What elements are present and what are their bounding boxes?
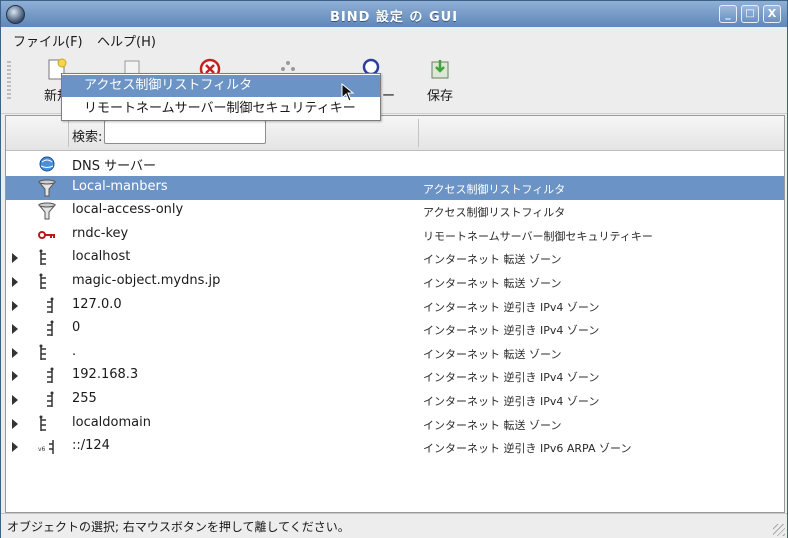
row-name: localhost: [72, 249, 131, 265]
table-row[interactable]: local-access-only アクセス制御リストフィルタ: [6, 199, 784, 223]
reverse-zone-icon: [38, 297, 56, 315]
table-row[interactable]: . インターネット 転送 ゾーン: [6, 341, 784, 365]
new-object-popup-menu: アクセス制御リストフィルタ リモートネームサーバー制御セキュリティキー: [61, 73, 381, 121]
zone-tree-icon: [38, 273, 56, 291]
expander-arrow-icon[interactable]: [12, 253, 18, 264]
expander-arrow-icon[interactable]: [12, 418, 18, 429]
status-bar: オブジェクトの選択; 右マウスボタンを押して離してください。: [1, 513, 787, 538]
reverse-zone-icon: [38, 391, 56, 409]
status-text: オブジェクトの選択; 右マウスボタンを押して離してください。: [7, 520, 350, 534]
row-type: インターネット 逆引き IPv4 ゾーン: [423, 395, 600, 408]
row-name: localdomain: [72, 414, 151, 430]
row-name: rndc-key: [72, 225, 129, 241]
table-row[interactable]: magic-object.mydns.jp インターネット 転送 ゾーン: [6, 270, 784, 294]
toolbar-grip[interactable]: [7, 61, 11, 101]
filter-funnel-icon: [37, 179, 57, 197]
expander-arrow-icon[interactable]: [12, 300, 18, 311]
row-type: インターネット 逆引き IPv4 ゾーン: [423, 324, 600, 338]
popup-item-rndc-key-label: リモートネームサーバー制御セキュリティキー: [84, 101, 356, 116]
table-row[interactable]: localhost インターネット 転送 ゾーン: [6, 246, 784, 270]
row-name: 192.168.3: [72, 367, 139, 383]
row-name: 0: [72, 320, 81, 336]
globe-icon: [38, 155, 56, 173]
resize-grip[interactable]: [773, 524, 785, 536]
filter-funnel-icon: [37, 202, 57, 220]
window-title: BIND 設定 の GUI: [329, 10, 459, 25]
table-row[interactable]: 127.0.0 インターネット 逆引き IPv4 ゾーン: [6, 294, 784, 318]
row-name: local-access-only: [72, 202, 184, 218]
close-button[interactable]: X: [763, 5, 781, 23]
row-type: インターネット 逆引き IPv6 ARPA ゾーン: [423, 442, 632, 456]
maximize-button[interactable]: □: [741, 5, 759, 23]
save-icon: [428, 57, 452, 81]
table-row[interactable]: v6::/124 インターネット 逆引き IPv6 ARPA ゾーン: [6, 435, 784, 459]
popup-item-acl-label: アクセス制御リストフィルタ: [84, 78, 253, 93]
menu-help[interactable]: ヘルプ(H): [97, 31, 156, 50]
save-button-label: 保存: [426, 89, 453, 104]
row-type: インターネット 転送 ゾーン: [423, 277, 562, 290]
zone-tree-icon: [38, 344, 56, 362]
row-type: インターネット 逆引き IPv4 ゾーン: [423, 300, 600, 314]
row-name: DNS サーバー: [72, 159, 156, 174]
minimize-button[interactable]: _: [719, 5, 737, 23]
row-type: インターネット 転送 ゾーン: [423, 253, 562, 267]
search-input[interactable]: [104, 120, 266, 144]
column-separator[interactable]: [418, 119, 419, 147]
popup-item-acl[interactable]: アクセス制御リストフィルタ: [62, 75, 380, 97]
menu-file[interactable]: ファイル(F): [13, 31, 83, 50]
row-type: アクセス制御リストフィルタ: [423, 182, 566, 196]
popup-item-rndc-key[interactable]: リモートネームサーバー制御セキュリティキー: [62, 98, 380, 120]
row-name: magic-object.mydns.jp: [72, 273, 221, 288]
zone-tree-icon: [38, 415, 56, 433]
expander-arrow-icon[interactable]: [12, 371, 18, 382]
table-row[interactable]: DNS サーバー: [6, 152, 784, 176]
expander-arrow-icon[interactable]: [12, 395, 18, 405]
ipv6-zone-icon: v6: [38, 438, 56, 456]
table-row[interactable]: localdomain インターネット 転送 ゾーン: [6, 412, 784, 436]
row-type: インターネット 逆引き IPv4 ゾーン: [423, 371, 600, 385]
row-type: インターネット 転送 ゾーン: [423, 418, 562, 432]
svg-text:v6: v6: [38, 446, 46, 453]
expander-arrow-icon[interactable]: [12, 347, 18, 358]
table-row[interactable]: 255 インターネット 逆引き IPv4 ゾーン: [6, 388, 784, 412]
menu-bar: ファイル(F) ヘルプ(H): [1, 27, 787, 51]
row-type: アクセス制御リストフィルタ: [423, 206, 566, 220]
expander-arrow-icon[interactable]: [12, 277, 18, 287]
row-name: 255: [72, 391, 97, 406]
save-button[interactable]: 保存: [423, 57, 457, 107]
row-name: .: [72, 343, 77, 359]
list-header: 検索:: [6, 116, 784, 151]
row-name: ::/124: [72, 438, 110, 454]
table-row[interactable]: rndc-key リモートネームサーバー制御セキュリティキー: [6, 223, 784, 247]
reverse-zone-icon: [38, 320, 56, 338]
column-separator[interactable]: [68, 119, 69, 147]
mouse-cursor: [341, 83, 355, 102]
row-name: 127.0.0: [72, 296, 122, 312]
object-tree-list[interactable]: 検索: DNS サーバー Local-manbers アクセス制御リストフィルタ lo…: [5, 115, 785, 513]
table-row[interactable]: 0 インターネット 逆引き IPv4 ゾーン: [6, 317, 784, 341]
row-type: リモートネームサーバー制御セキュリティキー: [423, 229, 653, 243]
search-label: 検索:: [72, 130, 103, 145]
table-row[interactable]: 192.168.3 インターネット 逆引き IPv4 ゾーン: [6, 364, 784, 388]
table-row[interactable]: Local-manbers アクセス制御リストフィルタ: [6, 175, 784, 200]
expander-arrow-icon[interactable]: [12, 442, 18, 453]
title-bar[interactable]: BIND 設定 の GUI _ □ X: [1, 1, 787, 27]
reverse-zone-icon: [38, 367, 56, 385]
row-type: インターネット 転送 ゾーン: [423, 347, 562, 361]
expander-arrow-icon[interactable]: [12, 324, 18, 335]
row-name: Local-manbers: [72, 178, 168, 194]
key-icon: [38, 226, 56, 244]
zone-tree-icon: [38, 249, 56, 267]
